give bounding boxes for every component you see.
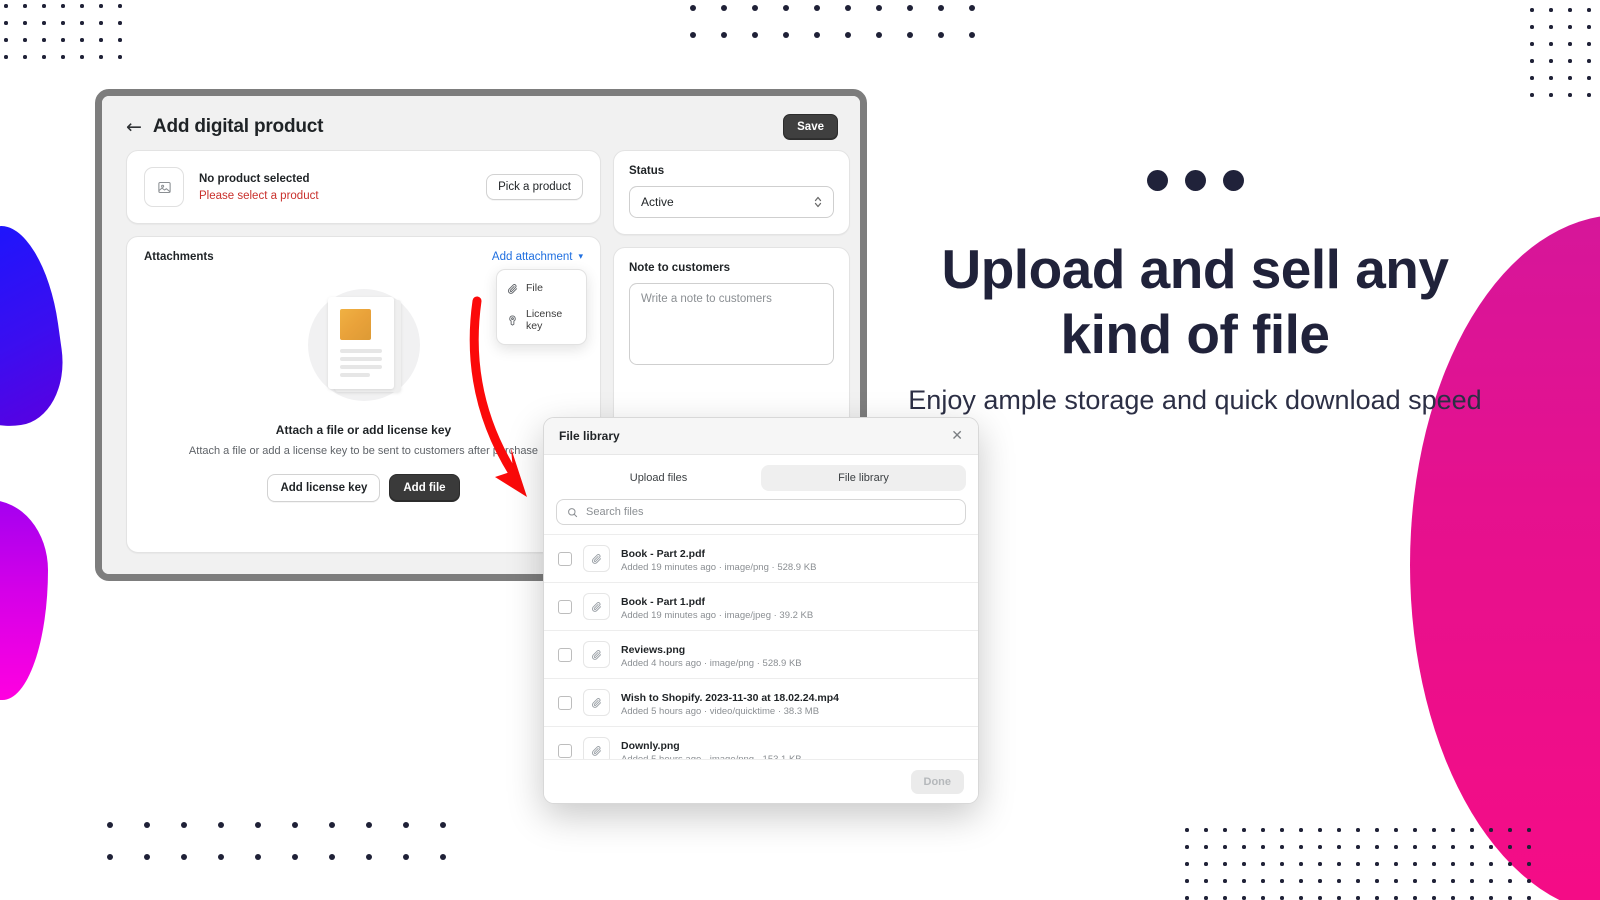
product-error-text: Please select a product bbox=[199, 189, 319, 202]
file-row[interactable]: Wish to Shopify. 2023-11-30 at 18.02.24.… bbox=[544, 679, 978, 727]
search-placeholder: Search files bbox=[586, 506, 644, 518]
decor-blob-blue bbox=[0, 219, 72, 437]
file-name: Downly.png bbox=[621, 740, 680, 752]
product-card: No product selected Please select a prod… bbox=[126, 150, 601, 224]
status-select[interactable]: Active bbox=[629, 186, 834, 218]
menu-item-file[interactable]: File bbox=[497, 275, 586, 301]
attachments-label: Attachments bbox=[144, 251, 214, 263]
promo-title: Upload and sell any kind of file bbox=[941, 238, 1449, 365]
page-title: Add digital product bbox=[152, 116, 324, 137]
save-button[interactable]: Save bbox=[783, 114, 838, 140]
file-name: Book - Part 1.pdf bbox=[621, 596, 706, 608]
image-placeholder-icon bbox=[144, 167, 184, 207]
product-title: No product selected bbox=[199, 172, 310, 185]
search-input[interactable]: Search files bbox=[556, 499, 966, 525]
file-meta: Added 4 hours ago · image/png · 528.9 KB bbox=[621, 658, 802, 669]
select-chevrons-icon bbox=[814, 196, 822, 209]
admin-header: ← Add digital product Save bbox=[102, 96, 860, 150]
file-row[interactable]: Book - Part 1.pdf Added 19 minutes ago · … bbox=[544, 583, 978, 631]
file-checkbox[interactable] bbox=[558, 743, 572, 758]
add-file-button[interactable]: Add file bbox=[389, 474, 460, 502]
promo-block: Upload and sell any kind of file Enjoy a… bbox=[905, 170, 1485, 419]
attachments-card: Attachments Add attachment ▾ File Licens… bbox=[126, 236, 601, 553]
promo-dots bbox=[905, 170, 1485, 191]
close-icon[interactable]: ✕ bbox=[951, 429, 963, 443]
promo-dot bbox=[1146, 170, 1168, 191]
add-attachment-label: Add attachment bbox=[491, 251, 573, 263]
empty-state-buttons: Add license key Add file bbox=[127, 474, 600, 502]
file-checkbox[interactable] bbox=[558, 551, 572, 566]
status-card: Status Active bbox=[613, 150, 850, 235]
file-library-dialog: File library ✕ Upload files File library… bbox=[543, 417, 979, 804]
dialog-title: File library bbox=[559, 429, 620, 443]
empty-state-illustration bbox=[307, 289, 420, 401]
promo-dot bbox=[1184, 170, 1206, 191]
paperclip-icon bbox=[583, 593, 610, 620]
add-attachment-button[interactable]: Add attachment ▾ bbox=[492, 251, 583, 263]
file-row[interactable]: Reviews.png Added 4 hours ago · image/png… bbox=[544, 631, 978, 679]
arrow-left-icon[interactable]: ← bbox=[126, 117, 142, 137]
dialog-header: File library ✕ bbox=[544, 418, 978, 455]
done-button[interactable]: Done bbox=[910, 769, 964, 794]
search-icon bbox=[567, 507, 578, 518]
paperclip-icon bbox=[583, 641, 610, 668]
file-meta: Added 19 minutes ago · image/png · 528.9… bbox=[621, 562, 817, 573]
promo-dot bbox=[1222, 170, 1244, 191]
key-icon bbox=[507, 314, 518, 326]
dialog-search: Search files bbox=[544, 499, 978, 534]
file-name: Reviews.png bbox=[621, 644, 686, 656]
paperclip-icon bbox=[507, 283, 518, 294]
menu-item-license-key[interactable]: License key bbox=[497, 301, 586, 339]
tab-file-library[interactable]: File library bbox=[761, 465, 966, 491]
file-meta: Added 19 minutes ago · image/jpeg · 39.2… bbox=[621, 610, 814, 621]
file-name: Book - Part 2.pdf bbox=[621, 548, 706, 560]
menu-item-file-label: File bbox=[526, 282, 543, 294]
note-textarea[interactable]: Write a note to customers bbox=[629, 283, 834, 365]
menu-item-license-key-label: License key bbox=[526, 308, 563, 332]
paperclip-icon bbox=[583, 545, 610, 572]
admin-main-column: No product selected Please select a prod… bbox=[126, 150, 601, 574]
file-checkbox[interactable] bbox=[558, 695, 572, 710]
promo-subtitle: Enjoy ample storage and quick download s… bbox=[908, 384, 1482, 415]
chevron-down-icon: ▾ bbox=[578, 251, 583, 262]
dialog-tabs: Upload files File library bbox=[544, 455, 978, 499]
file-meta: Added 5 hours ago · video/quicktime · 38… bbox=[621, 706, 820, 717]
file-row[interactable]: Book - Part 2.pdf Added 19 minutes ago · … bbox=[544, 535, 978, 583]
file-name: Wish to Shopify. 2023-11-30 at 18.02.24.… bbox=[621, 692, 839, 704]
file-checkbox[interactable] bbox=[558, 599, 572, 614]
tab-upload-files[interactable]: Upload files bbox=[556, 465, 761, 491]
file-list: Book - Part 2.pdf Added 19 minutes ago · … bbox=[544, 534, 978, 775]
empty-state-title: Attach a file or add license key bbox=[275, 423, 452, 437]
status-label: Status bbox=[629, 165, 665, 177]
page-canvas: Upload and sell any kind of file Enjoy a… bbox=[0, 0, 1600, 900]
add-license-key-button[interactable]: Add license key bbox=[267, 474, 381, 502]
decor-blob-magenta bbox=[0, 500, 48, 700]
product-row: No product selected Please select a prod… bbox=[127, 151, 600, 223]
product-texts: No product selected Please select a prod… bbox=[199, 173, 319, 202]
status-select-value: Active bbox=[641, 195, 674, 209]
paperclip-icon bbox=[583, 689, 610, 716]
pick-a-product-button[interactable]: Pick a product bbox=[486, 174, 583, 200]
empty-state-description: Attach a file or add a license key to be… bbox=[188, 445, 539, 457]
file-checkbox[interactable] bbox=[558, 647, 572, 662]
attachments-header: Attachments Add attachment ▾ bbox=[127, 237, 600, 263]
dialog-footer: Done bbox=[544, 759, 978, 803]
note-label: Note to customers bbox=[629, 262, 730, 274]
add-attachment-menu: File License key bbox=[496, 269, 587, 345]
